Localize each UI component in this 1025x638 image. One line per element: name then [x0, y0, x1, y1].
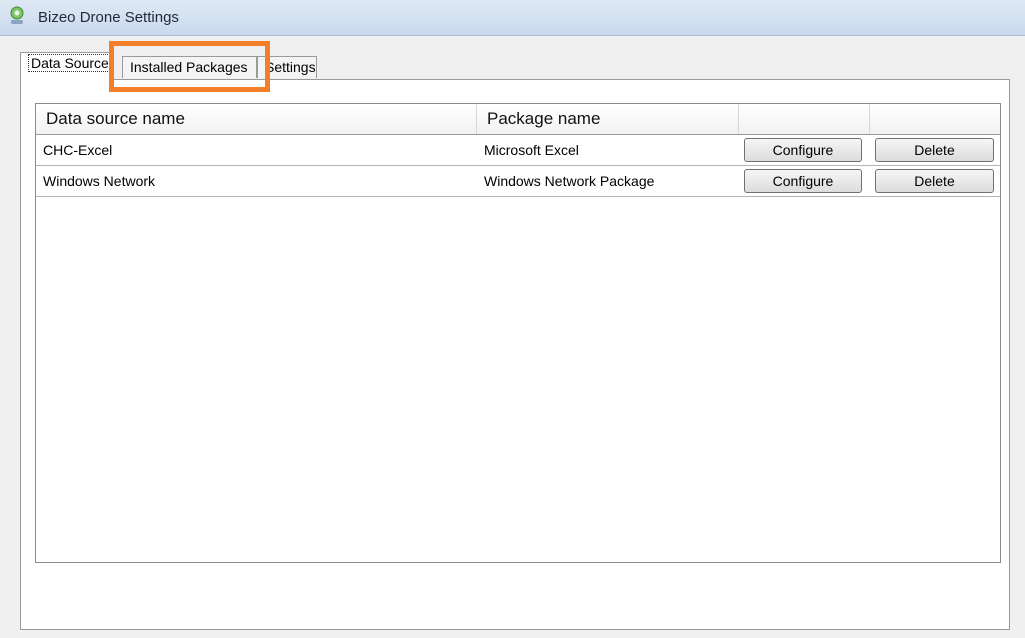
settings-window: Bizeo Drone Settings Data Source Install…	[0, 0, 1025, 638]
cell-data-source-name: CHC-Excel	[43, 142, 113, 158]
data-sources-grid: Data source name Package name CHC-Excel …	[35, 103, 1001, 563]
column-header-data-source-name[interactable]: Data source name	[36, 104, 477, 134]
column-header-delete	[870, 104, 1000, 134]
app-icon	[8, 6, 26, 26]
tab-data-source-label: Data Source	[28, 54, 112, 72]
window-title: Bizeo Drone Settings	[38, 9, 179, 26]
tab-data-source[interactable]: Data Source	[20, 52, 114, 80]
cell-package-name: Microsoft Excel	[484, 142, 579, 158]
tab-highlight-box	[109, 41, 270, 92]
delete-button[interactable]: Delete	[875, 169, 994, 193]
cell-data-source-name: Windows Network	[43, 173, 156, 189]
column-header-configure	[739, 104, 870, 134]
tab-settings-label: Settings	[265, 59, 316, 75]
grid-header: Data source name Package name	[36, 104, 1000, 135]
table-row[interactable]: CHC-Excel Microsoft Excel Configure Dele…	[36, 135, 1000, 166]
title-bar: Bizeo Drone Settings	[0, 0, 1025, 36]
configure-button[interactable]: Configure	[744, 138, 862, 162]
delete-button[interactable]: Delete	[875, 138, 994, 162]
cell-package-name: Windows Network Package	[484, 173, 655, 189]
data-source-panel: Data source name Package name CHC-Excel …	[20, 79, 1010, 630]
configure-button[interactable]: Configure	[744, 169, 862, 193]
column-header-package-name[interactable]: Package name	[477, 104, 739, 134]
table-row[interactable]: Windows Network Windows Network Package …	[36, 166, 1000, 197]
